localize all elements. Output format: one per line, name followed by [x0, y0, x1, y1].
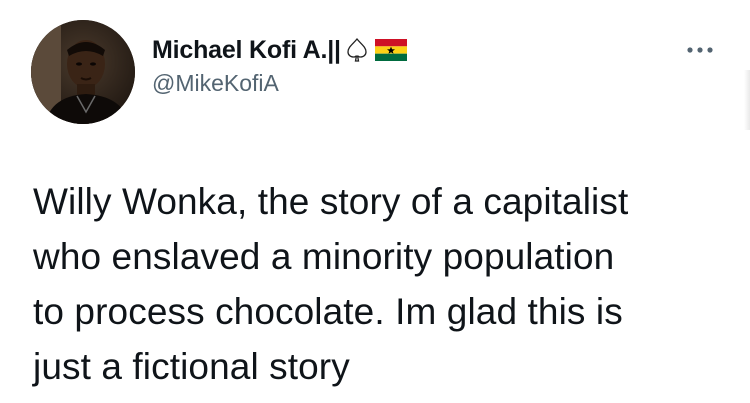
author-name-row[interactable]: Michael Kofi A.|| — [152, 34, 407, 66]
tweet-text-line: Willy Wonka, the story of a capitalist — [33, 181, 629, 222]
tweet-text-line: to process chocolate. Im glad this is — [33, 291, 623, 332]
tweet-text-line: just a fictional story — [33, 346, 350, 387]
edge-shadow — [744, 70, 750, 130]
ghana-flag-icon — [374, 39, 407, 61]
spade-icon — [345, 37, 369, 63]
author-display-name[interactable]: Michael Kofi A.|| — [152, 36, 341, 65]
author-handle[interactable]: @MikeKofiA — [152, 70, 407, 97]
tweet-header: Michael Kofi A.|| @MikeKofiA — [152, 34, 407, 97]
more-options-icon — [687, 47, 713, 53]
more-options-button[interactable] — [680, 40, 720, 60]
author-avatar[interactable] — [31, 20, 135, 124]
tweet-text: Willy Wonka, the story of a capitalist w… — [33, 174, 733, 394]
tweet-card: Michael Kofi A.|| @MikeKofiA Willy Wonka… — [0, 0, 750, 403]
avatar-image — [31, 20, 135, 124]
tweet-text-line: who enslaved a minority population — [33, 236, 615, 277]
